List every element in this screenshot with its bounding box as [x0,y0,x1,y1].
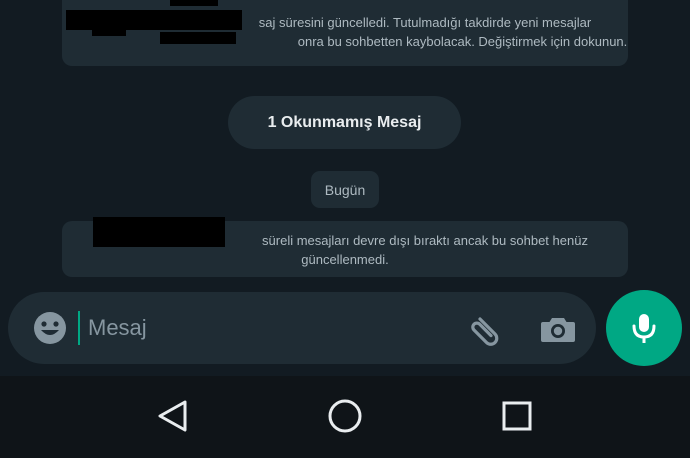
message-input[interactable] [78,310,448,346]
system-navigation-bar [0,376,690,458]
redacted-fragment [92,28,126,36]
text-cursor [78,311,80,345]
system-message-timer-updated[interactable]: saj süresini güncelledi. Tutulmadığı tak… [62,0,628,66]
camera-icon[interactable] [538,310,578,348]
date-divider: Bugün [311,171,379,208]
system-message-line-2: onra bu sohbetten kaybolacak. Değiştirme… [297,34,628,49]
redacted-name [93,217,225,247]
back-triangle-icon[interactable] [154,396,194,436]
home-circle-icon[interactable] [325,396,365,436]
chat-area: saj süresini güncelledi. Tutulmadığı tak… [0,0,690,376]
microphone-icon[interactable] [606,290,682,366]
redacted-fragment [170,0,218,6]
paperclip-icon[interactable] [466,310,506,348]
system-message-line-2: güncellenmedi. [301,252,389,267]
redacted-fragment [160,32,236,44]
unread-messages-banner: 1 Okunmamış Mesaj [228,96,461,149]
redacted-name [66,10,242,30]
recents-square-icon[interactable] [497,396,537,436]
message-composer [8,292,596,364]
system-message-disappearing-disabled[interactable]: süreli mesajları devre dışı bıraktı anca… [62,217,628,277]
emoji-icon[interactable] [32,310,68,346]
